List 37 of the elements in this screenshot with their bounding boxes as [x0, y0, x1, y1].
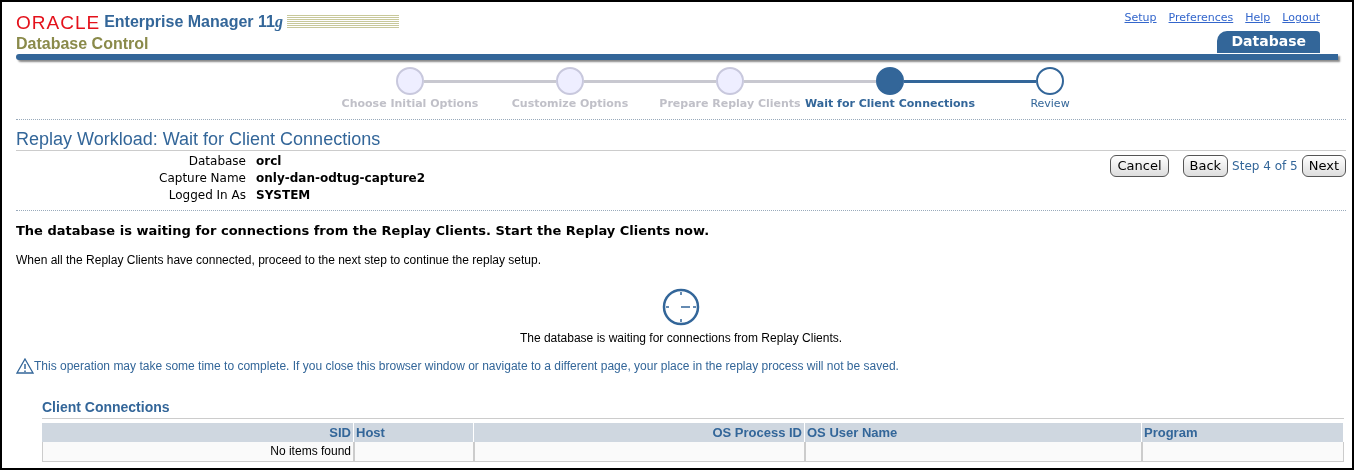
column-header: Program — [1142, 422, 1344, 442]
waiting-text: The database is waiting for connections from Replay Clients. — [519, 329, 843, 347]
column-header: OS User Name — [805, 422, 1142, 442]
instruction-text: When all the Replay Clients have connected, proceed to the next step to continue the replay setup. — [16, 251, 542, 269]
stripes-icon — [286, 15, 399, 29]
section-title: Client Connections — [42, 396, 1344, 419]
warning-text: This operation may take some time to complete. If you close this browser window or navigate to a different page, your place in the replay process will not be saved. — [34, 357, 899, 375]
step-indicator: Step 4 of 5 — [1232, 158, 1298, 175]
info-label: Capture Name — [158, 170, 246, 187]
column-header: OS Process ID — [474, 422, 805, 442]
step-label: Wait for Client Connections — [805, 96, 975, 112]
global-link[interactable]: Logout — [1282, 10, 1320, 27]
product-name: Enterprise Manager 11g — [104, 12, 283, 33]
info-value: orcl — [256, 153, 283, 170]
info-label: Logged In As — [167, 187, 246, 204]
step-label: Review — [1030, 96, 1070, 112]
back-button[interactable]: Back — [1182, 155, 1229, 177]
global-link[interactable]: Help — [1245, 10, 1271, 27]
warning-icon — [16, 357, 34, 374]
global-link[interactable]: Setup — [1124, 10, 1157, 27]
step-label: Customize Options — [511, 96, 629, 112]
headline: The database is waiting for connections from the Replay Clients. Start the Replay Clients now. — [16, 222, 711, 240]
step-label: Prepare Replay Clients — [659, 96, 801, 112]
database-tab[interactable]: Database — [1217, 30, 1320, 53]
clock-icon — [661, 286, 701, 327]
column-header: SID — [42, 422, 354, 442]
info-value: SYSTEM — [256, 187, 312, 204]
next-button[interactable]: Next — [1301, 155, 1346, 177]
global-link[interactable]: Preferences — [1168, 10, 1234, 27]
step-label: Choose Initial Options — [341, 96, 479, 112]
info-label: Database — [187, 153, 246, 170]
oracle-logo: ORACLE — [16, 12, 101, 32]
column-header: Host — [354, 422, 474, 442]
product-subtitle: Database Control — [16, 34, 150, 54]
cancel-button[interactable]: Cancel — [1110, 155, 1169, 177]
info-value: only-dan-odtug-capture2 — [256, 170, 426, 187]
page-title: Replay Workload: Wait for Client Connections — [16, 127, 1346, 151]
